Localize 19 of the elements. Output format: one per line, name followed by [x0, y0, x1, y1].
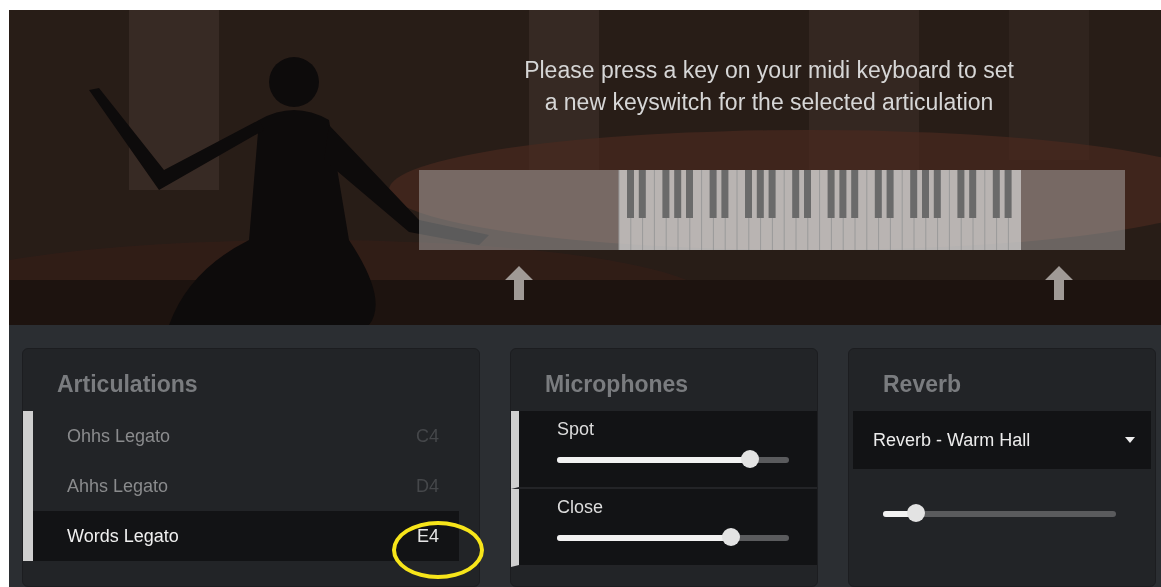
slider-thumb[interactable] [722, 528, 740, 546]
panel-title: Articulations [57, 371, 199, 399]
panel-title: Reverb [883, 371, 962, 399]
microphone-label: Close [557, 497, 605, 519]
articulation-label: Ahhs Legato [67, 475, 169, 497]
keyswitch-label: E4 [416, 525, 439, 547]
panel-title: Microphones [545, 371, 690, 399]
caret-icon [1125, 437, 1135, 443]
instruction-text: a new keyswitch for the selected articulation [544, 88, 994, 117]
articulation-label: Words Legato [67, 525, 179, 547]
articulation-label: Ohhs Legato [67, 425, 171, 447]
up-arrow-icon [505, 266, 533, 300]
reverb-dropdown[interactable]: Reverb - Warm Hall [853, 411, 1151, 469]
slider-thumb[interactable] [906, 504, 925, 522]
slider-thumb[interactable] [740, 450, 759, 468]
instruction-text: Please press a key on your midi keyboard to set [524, 56, 1014, 85]
microphone-label: Spot [557, 419, 596, 441]
up-arrow-icon [1045, 266, 1073, 300]
articulation-row[interactable]: Words Legato E4 [23, 511, 459, 561]
